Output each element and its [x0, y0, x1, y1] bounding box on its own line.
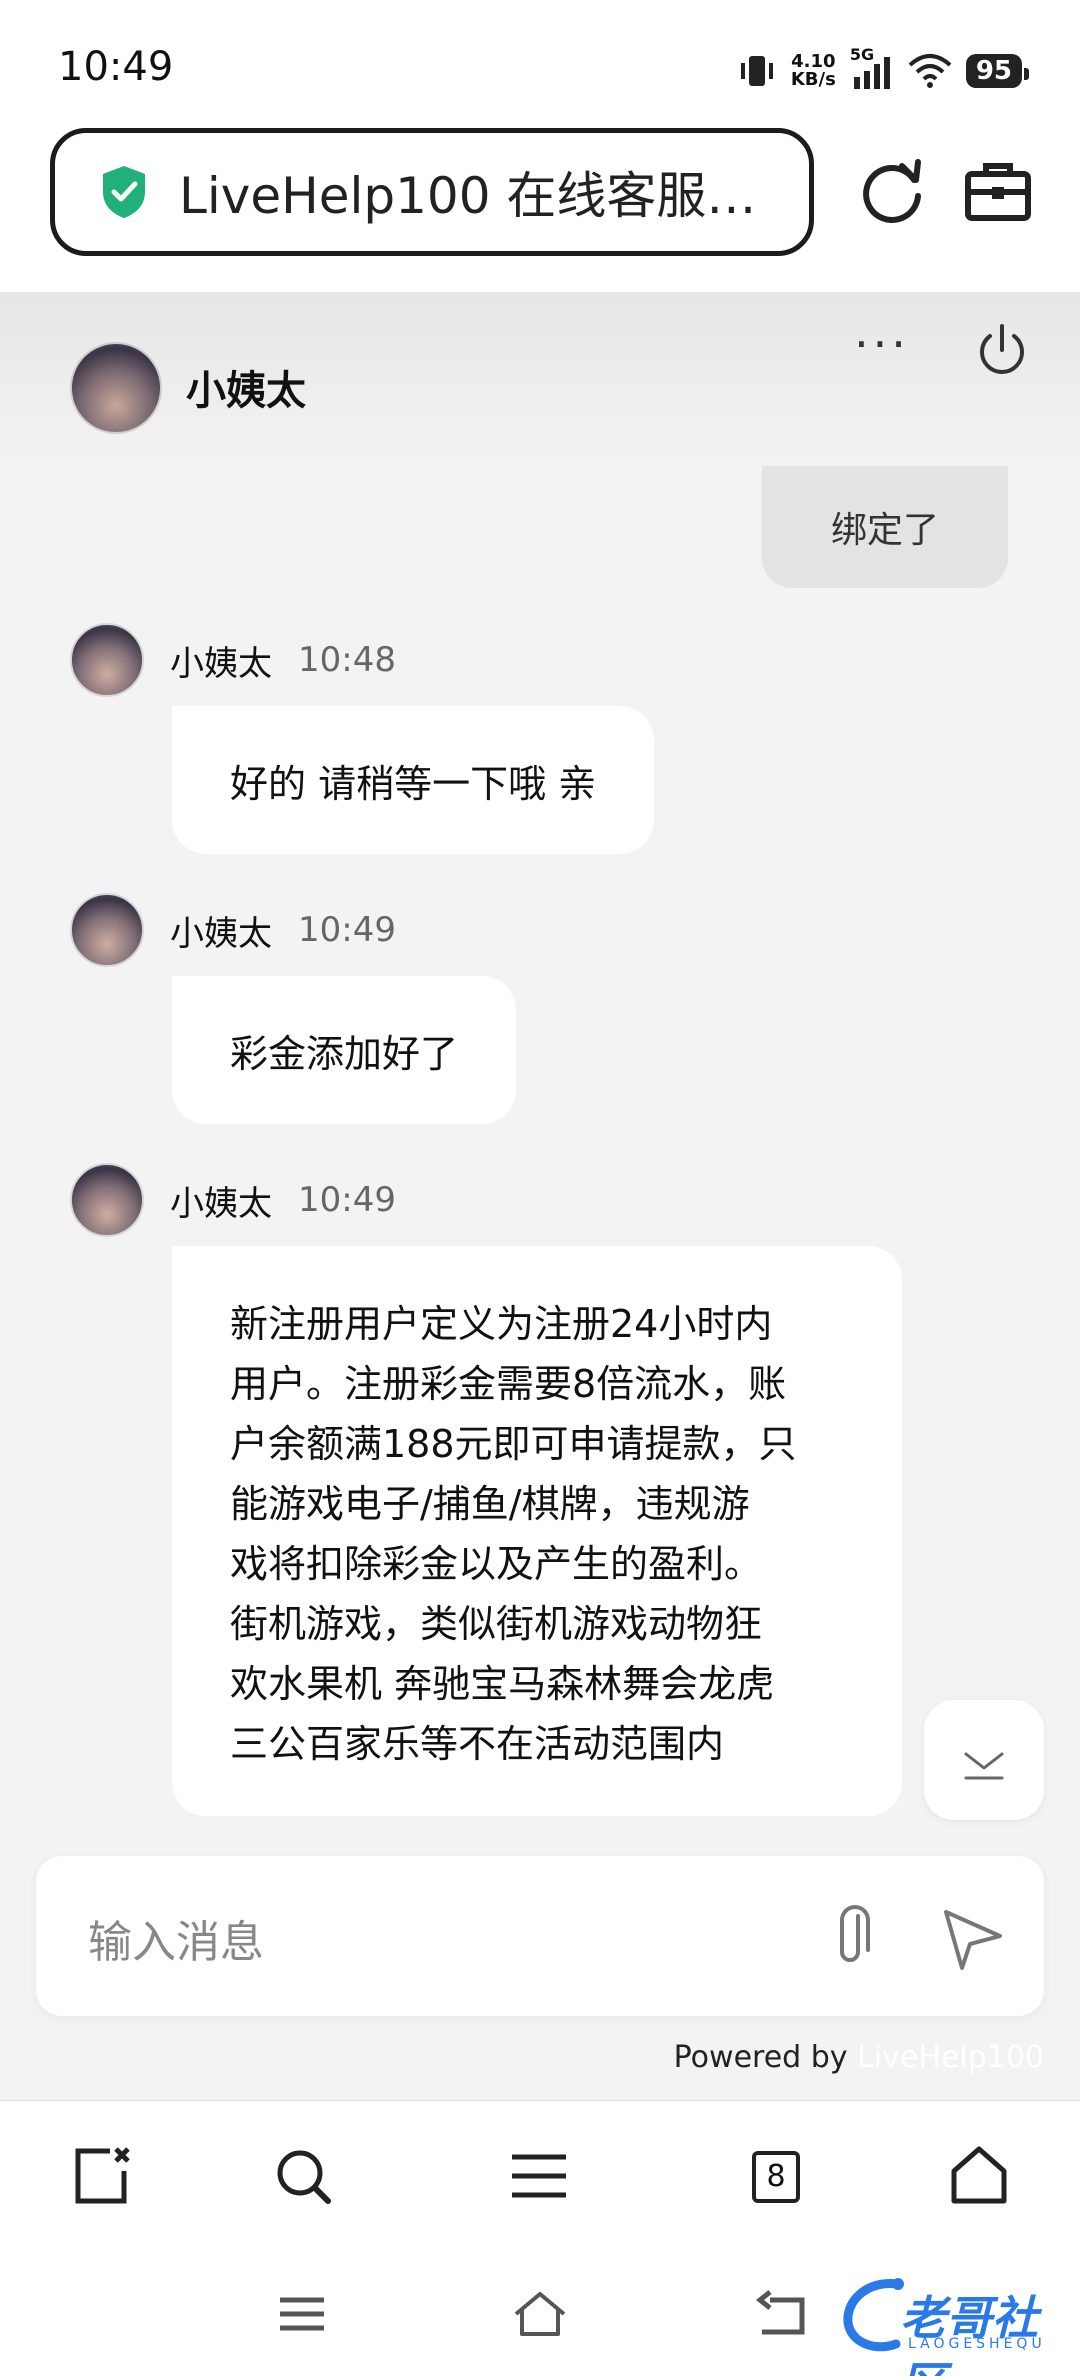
message-meta: 小姨太 10:49 — [70, 892, 396, 968]
sender-name: 小姨太 — [170, 913, 272, 954]
vibrate-icon — [740, 56, 773, 86]
message-line: 戏将扣除彩金以及产生的盈利。 — [230, 1542, 763, 1586]
chat-messages[interactable]: 绑定了 小姨太 10:48 好的 请稍等一下哦 亲 小姨太 10:49 彩金添加… — [0, 440, 1080, 1840]
menu-icon[interactable] — [506, 2143, 572, 2209]
search-icon[interactable] — [270, 2143, 336, 2209]
battery-indicator: 95 — [965, 54, 1030, 88]
agent-message-bubble: 彩金添加好了 — [172, 976, 517, 1124]
page-title: LiveHelp100 在线客服… — [179, 167, 757, 225]
watermark-text: 老哥社区 — [900, 2291, 1038, 2376]
toolbox-icon[interactable] — [958, 152, 1038, 232]
message-line: 欢水果机 奔驰宝马森林舞会龙虎 — [230, 1662, 775, 1706]
system-navigation-bar: 老哥社区 LAOGESHEQU — [0, 2250, 1080, 2376]
message-time: 10:49 — [298, 1180, 396, 1220]
chevron-down-icon — [964, 1752, 1004, 1780]
powered-by: Powered by LiveHelp100 — [674, 2040, 1044, 2075]
tabs-button[interactable]: 8 — [752, 2151, 800, 2203]
net-speed-unit: KB/s — [790, 69, 836, 90]
net-speed: 4.10 KB/s — [791, 53, 836, 89]
message-line: 用户。注册彩金需要8倍流水，账 — [230, 1362, 787, 1406]
recent-apps-icon[interactable] — [272, 2286, 332, 2342]
cell-signal-icon: 5G — [850, 45, 894, 91]
message-meta: 小姨太 10:49 — [70, 1162, 396, 1238]
close-page-icon[interactable] — [70, 2143, 136, 2209]
more-options-icon[interactable]: ··· — [852, 321, 912, 374]
message-input[interactable]: 输入消息 — [88, 1906, 264, 1970]
secure-shield-icon — [103, 166, 145, 218]
watermark-logo: 老哥社区 LAOGESHEQU — [838, 2270, 1068, 2376]
browser-bottom-nav: 8 — [0, 2100, 1080, 2250]
message-line: 能游戏电子/捕鱼/棋牌，违规游 — [230, 1482, 750, 1526]
wifi-icon — [908, 54, 952, 88]
message-time: 10:48 — [298, 640, 396, 680]
status-bar: 10:49 4.10 KB/s 5G 95 — [0, 0, 1080, 120]
message-time: 10:49 — [298, 910, 396, 950]
scroll-to-bottom-button[interactable] — [924, 1700, 1044, 1820]
watermark-subtext: LAOGESHEQU — [908, 2336, 1046, 2352]
agent-name: 小姨太 — [186, 368, 306, 414]
status-icons: 4.10 KB/s 5G 95 — [737, 45, 1030, 94]
refresh-icon[interactable] — [852, 152, 932, 232]
powered-by-label: Powered by — [673, 2040, 858, 2075]
message-line: 新注册用户定义为注册24小时内 — [230, 1302, 773, 1346]
message-meta: 小姨太 10:48 — [70, 622, 396, 698]
back-icon[interactable] — [752, 2286, 812, 2342]
avatar — [70, 1163, 144, 1237]
avatar — [70, 623, 144, 697]
message-line: 街机游戏，类似街机游戏动物狂 — [230, 1602, 763, 1646]
powered-by-brand[interactable]: LiveHelp100 — [857, 2040, 1044, 2075]
sender-name: 小姨太 — [170, 1183, 272, 1224]
agent-message-bubble: 好的 请稍等一下哦 亲 — [172, 706, 655, 854]
network-type: 5G — [849, 45, 875, 64]
browser-toolbar: LiveHelp100 在线客服… — [0, 120, 1080, 292]
agent-message-bubble: 新注册用户定义为注册24小时内 用户。注册彩金需要8倍流水，账 户余额满188元… — [172, 1246, 902, 1816]
address-bar[interactable]: LiveHelp100 在线客服… — [50, 128, 814, 256]
avatar — [70, 893, 144, 967]
system-home-icon[interactable] — [510, 2286, 570, 2342]
sender-name: 小姨太 — [170, 643, 272, 684]
status-time: 10:49 — [58, 44, 174, 90]
message-input-box[interactable]: 输入消息 — [36, 1856, 1044, 2016]
power-icon[interactable] — [972, 320, 1032, 380]
message-line: 户余额满188元即可申请提款，只 — [230, 1422, 797, 1466]
message-text: 新注册用户定义为注册24小时内 用户。注册彩金需要8倍流水，账 户余额满188元… — [230, 1294, 797, 1774]
home-icon[interactable] — [946, 2143, 1012, 2209]
user-message-bubble: 绑定了 — [762, 466, 1008, 588]
agent-avatar — [70, 342, 162, 434]
send-icon[interactable] — [932, 1896, 1012, 1976]
message-line: 三公百家乐等不在活动范围内 — [230, 1722, 725, 1766]
paperclip-icon[interactable] — [816, 1896, 896, 1976]
